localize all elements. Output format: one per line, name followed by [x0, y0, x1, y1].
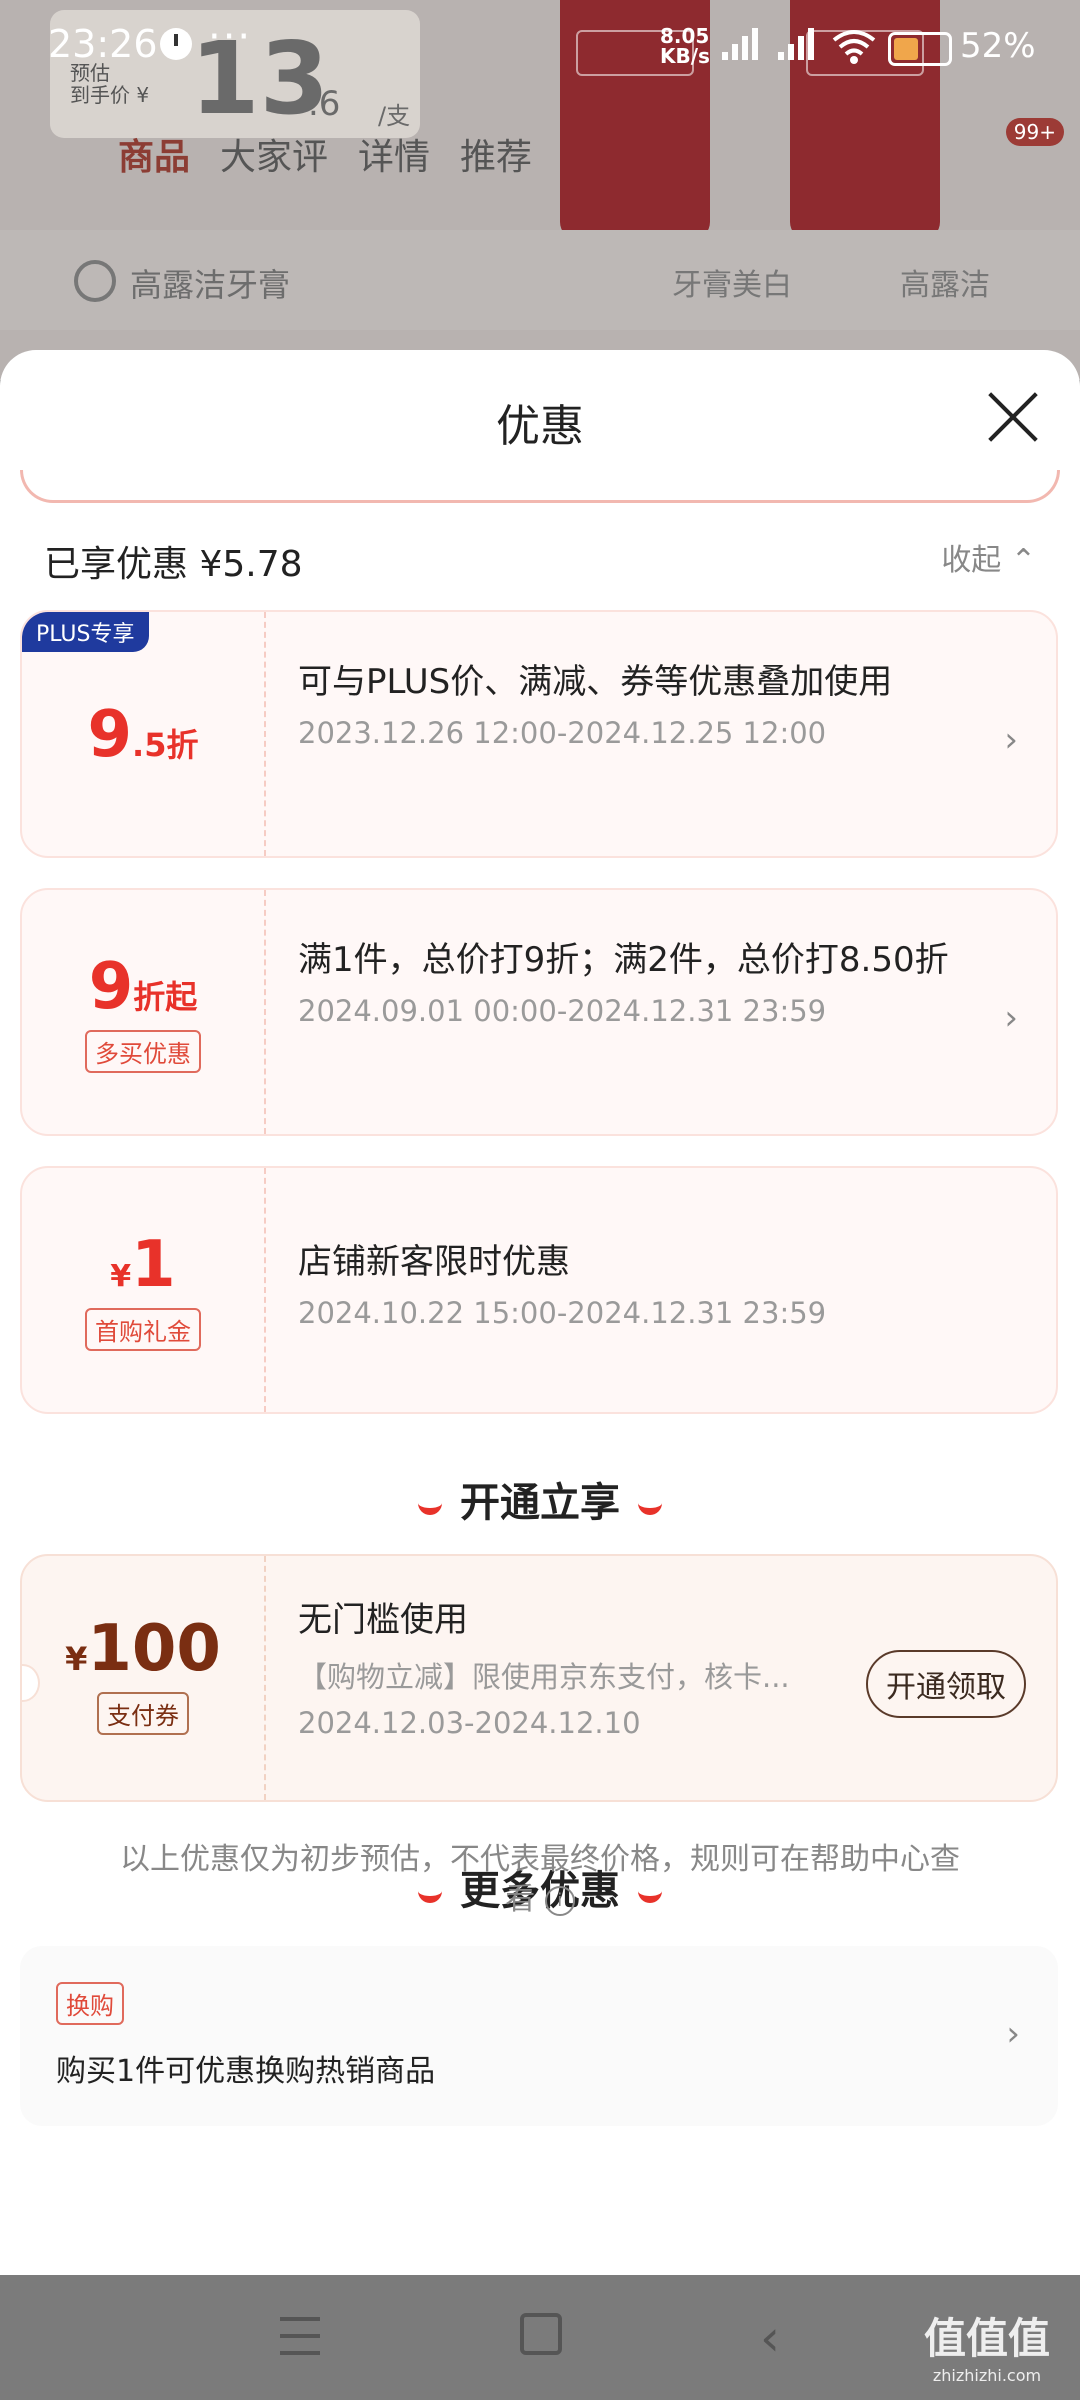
home-icon[interactable]: [520, 2313, 562, 2355]
offer-description: 满1件，总价打9折；满2件，总价打8.50折: [298, 940, 949, 980]
search-bar: 高露洁牙膏 牙膏美白 高露洁: [0, 230, 1080, 330]
close-icon[interactable]: [984, 388, 1042, 446]
tab-details: 详情: [358, 137, 431, 178]
coupon-title: 无门槛使用: [298, 1600, 468, 1640]
wifi-icon: [832, 30, 876, 64]
swap-offer-card[interactable]: 换购 购买1件可优惠换购热销商品 ›: [20, 1946, 1058, 2126]
cell-signal-icon: [722, 28, 758, 60]
search-chip: 牙膏美白: [672, 268, 792, 303]
offer-value: ¥1 首购礼金: [22, 1168, 264, 1412]
search-chip: 高露洁: [900, 268, 990, 303]
product-tabs: 商品 大家评 详情 推荐: [118, 128, 532, 180]
watermark-logo: 值值值 zhizhizhi.com: [923, 2314, 1050, 2385]
price-dec: .6: [308, 84, 341, 124]
offer-card-multibuy[interactable]: 9折起 多买优惠 满1件，总价打9折；满2件，总价打8.50折 2024.09.…: [20, 888, 1058, 1136]
search-icon: [74, 260, 116, 302]
offer-value: 9.5折: [87, 698, 199, 772]
open-claim-button[interactable]: 开通领取: [866, 1650, 1026, 1718]
network-speed: 8.05 KB/s: [660, 24, 710, 68]
info-icon[interactable]: i: [544, 1885, 575, 1916]
pay-coupon-badge: 支付券: [97, 1692, 189, 1735]
recent-apps-icon[interactable]: [280, 2317, 320, 2355]
pay-coupon-card: ¥100 支付券 无门槛使用 【购物立减】限使用京东支付，核卡... 2024.…: [20, 1554, 1058, 1802]
status-bar: 23:26 ··· 8.05 KB/s 52%: [0, 0, 1080, 90]
tab-goods: 商品: [118, 137, 191, 178]
search-text: 高露洁牙膏: [130, 266, 291, 304]
multibuy-badge: 多买优惠: [85, 1030, 201, 1073]
tab-reviews: 大家评: [220, 137, 329, 178]
battery-percent: 52%: [960, 26, 1036, 66]
more-notifications-icon: ···: [208, 14, 253, 60]
collapse-button[interactable]: 收起 ⌃: [941, 535, 1036, 579]
tab-recommend: 推荐: [460, 137, 533, 178]
swap-badge: 换购: [56, 1982, 124, 2025]
system-nav-bar: ‹ 值值值 zhizhizhi.com: [0, 2275, 1080, 2400]
offer-card-first-purchase[interactable]: ¥1 首购礼金 店铺新客限时优惠 2024.10.22 15:00-2024.1…: [20, 1166, 1058, 1414]
saved-amount: 已享优惠 ¥5.78: [44, 544, 303, 585]
clock-app-icon: [160, 28, 192, 60]
coupon-date: 2024.12.03-2024.12.10: [298, 1706, 641, 1740]
offer-date: 2024.09.01 00:00-2024.12.31 23:59: [298, 994, 827, 1028]
chevron-right-icon: ›: [1004, 998, 1018, 1038]
cell-signal-icon: [778, 28, 814, 60]
coupon-value: ¥100 支付券: [22, 1556, 264, 1800]
coupon-description: 【购物立减】限使用京东支付，核卡...: [298, 1660, 790, 1694]
offer-description: 店铺新客限时优惠: [298, 1242, 570, 1282]
swap-description: 购买1件可优惠换购热销商品: [56, 2054, 436, 2089]
status-time: 23:26: [48, 22, 158, 66]
offer-date: 2024.10.22 15:00-2024.12.31 23:59: [298, 1296, 827, 1330]
offer-date: 2023.12.26 12:00-2024.12.25 12:00: [298, 716, 827, 750]
offer-value: 9折起 多买优惠: [22, 890, 264, 1134]
chevron-right-icon: ›: [1006, 2014, 1020, 2054]
offer-card-plus[interactable]: PLUS专享 9.5折 可与PLUS价、满减、券等优惠叠加使用 2023.12.…: [20, 610, 1058, 858]
battery-icon: [888, 32, 952, 66]
divider-curve: [20, 470, 1060, 503]
back-icon[interactable]: ‹: [760, 2309, 780, 2367]
section-open-enjoy: 开通立享: [0, 1470, 1080, 1528]
disclaimer-text: 以上优惠仅为初步预估，不代表最终价格，规则可在帮助中心查看 i: [120, 1842, 960, 1917]
discount-sheet: 优惠 已享优惠 ¥5.78 收起 ⌃ PLUS专享 9.5折 可与PLUS价、满…: [0, 350, 1080, 2275]
chevron-right-icon: ›: [1004, 720, 1018, 760]
sheet-title: 优惠: [496, 401, 584, 452]
offer-description: 可与PLUS价、满减、券等优惠叠加使用: [298, 662, 893, 702]
cart-count-badge: 99+: [1005, 118, 1064, 146]
price-unit: /支: [378, 102, 411, 130]
first-purchase-badge: 首购礼金: [85, 1308, 201, 1351]
